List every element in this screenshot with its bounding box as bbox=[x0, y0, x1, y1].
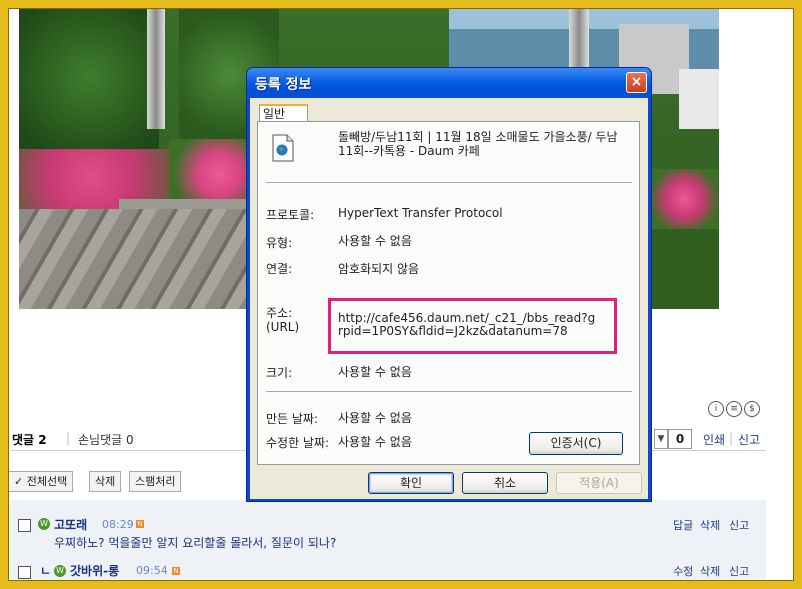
inner-frame bbox=[8, 8, 794, 581]
